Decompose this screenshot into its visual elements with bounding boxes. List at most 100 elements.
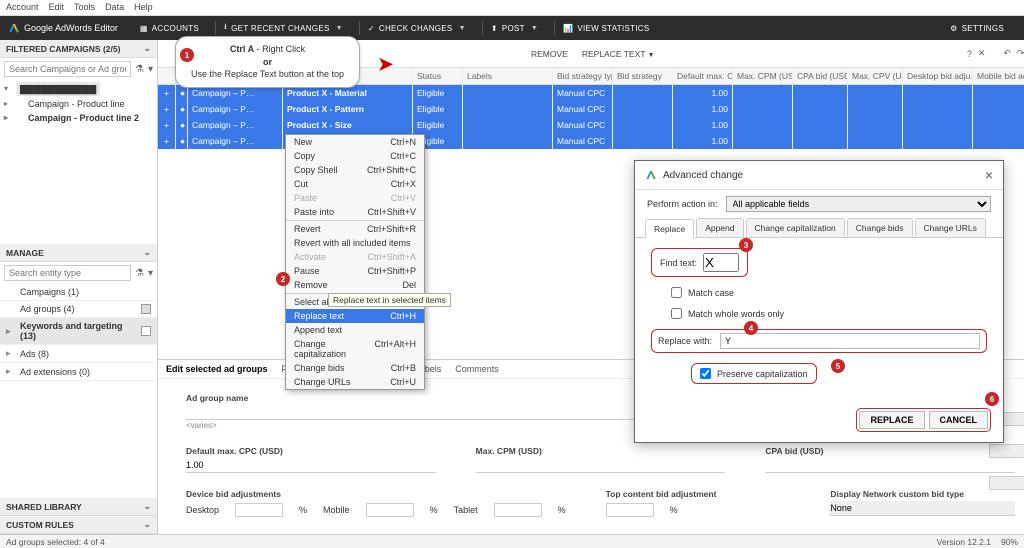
redo-icon[interactable]: ↷ (1017, 48, 1024, 59)
ctx-change-bids[interactable]: Change bidsCtrl+B (286, 361, 424, 375)
dialog-close-icon[interactable]: × (985, 167, 993, 183)
entity-filter-icon[interactable]: ⚗ (135, 268, 144, 279)
step-badge-6: 6 (985, 392, 999, 406)
dialog-title: Advanced change (663, 170, 743, 181)
campaign-node-1[interactable]: Campaign - Product line (2, 97, 155, 111)
pin-icon[interactable] (141, 326, 151, 336)
manage-keywords[interactable]: ▸Keywords and targeting (13) (0, 318, 157, 345)
displaynet-label: Display Network custom bid type (830, 489, 1015, 499)
cpabid-input[interactable] (765, 458, 1015, 473)
menu-data[interactable]: Data (105, 2, 124, 13)
campaign-search-input[interactable] (4, 61, 131, 77)
replace-text-button[interactable]: REPLACE TEXT ▼ (578, 47, 659, 61)
ctx-pasteinto[interactable]: Paste intoCtrl+Shift+V (286, 205, 424, 219)
ctx-revertall[interactable]: Revert with all included items (286, 236, 424, 250)
table-row[interactable]: +●Campaign – P…Product X - SizeEligibleM… (158, 117, 1024, 133)
ctx-replace-text[interactable]: Replace textCtrl+H (286, 309, 424, 323)
replace-with-input[interactable] (720, 333, 980, 349)
match-case-checkbox[interactable] (671, 287, 682, 298)
menu-edit[interactable]: Edit (49, 2, 65, 13)
manage-header[interactable]: MANAGE⌄ (0, 244, 157, 262)
manage-adgroups[interactable]: Ad groups (4) (0, 301, 157, 318)
ctx-cut[interactable]: CutCtrl+X (286, 177, 424, 191)
col-cpa[interactable]: CPA bid (USD) (793, 68, 848, 84)
scope-select[interactable]: All applicable fields (726, 196, 991, 212)
col-bstype[interactable]: Bid strategy type (553, 68, 613, 84)
dtab-append[interactable]: Append (696, 218, 743, 237)
undo-icon[interactable]: ↶ (1003, 48, 1011, 59)
maxcpm-label: Max. CPM (USD) (476, 446, 726, 456)
tab-comments[interactable]: Comments (455, 364, 499, 374)
dtab-bids[interactable]: Change bids (847, 218, 913, 237)
col-labels[interactable]: Labels (463, 68, 553, 84)
settings-button[interactable]: ⚙ SETTINGS (946, 24, 1008, 33)
mobile-adj-input[interactable] (366, 503, 414, 517)
ctx-remove[interactable]: RemoveDel (286, 278, 424, 292)
zoom-label[interactable]: 90% (1001, 537, 1018, 547)
manage-campaigns[interactable]: Campaigns (1) (0, 284, 157, 301)
col-maxcpm[interactable]: Max. CPM (USD) (733, 68, 793, 84)
accounts-button[interactable]: ▦ ACCOUNTS (136, 24, 203, 33)
table-row[interactable]: +●Campaign – P…Product X - PatternEligib… (158, 101, 1024, 117)
col-mob[interactable]: Mobile bid adjust… (973, 68, 1024, 84)
side-dropdown-2[interactable] (989, 444, 1024, 458)
maxcpm-input[interactable] (476, 458, 726, 473)
dtab-urls[interactable]: Change URLs (915, 218, 986, 237)
displaynet-input[interactable] (830, 501, 1015, 516)
manage-extensions[interactable]: ▸Ad extensions (0) (0, 363, 157, 381)
ctx-copyshell[interactable]: Copy ShellCtrl+Shift+C (286, 163, 424, 177)
remove-button[interactable]: REMOVE (527, 47, 572, 61)
shared-library-header[interactable]: SHARED LIBRARY⌄ (0, 498, 157, 516)
col-maxcpv[interactable]: Max. CPV (USD) (848, 68, 903, 84)
custom-rules-header[interactable]: CUSTOM RULES⌄ (0, 516, 157, 534)
tablet-adj-input[interactable] (494, 503, 542, 517)
side-dropdown-3[interactable] (989, 476, 1024, 490)
dtab-cap[interactable]: Change capitalization (746, 218, 845, 237)
campaign-node-2[interactable]: Campaign - Product line 2 (2, 111, 155, 125)
check-changes-button[interactable]: ✓ CHECK CHANGES▼ (364, 24, 470, 33)
ctx-append-text[interactable]: Append text (286, 323, 424, 337)
tab-edit-selected[interactable]: Edit selected ad groups (166, 364, 268, 374)
post-button[interactable]: ⬆ POST▼ (487, 24, 542, 33)
find-text-input[interactable] (703, 253, 739, 272)
ctx-revert[interactable]: RevertCtrl+Shift+R (286, 222, 424, 236)
default-maxcpc-input[interactable] (186, 458, 436, 473)
replace-confirm-button[interactable]: REPLACE (859, 411, 924, 429)
adwords-logo-icon (645, 169, 657, 181)
dtab-replace[interactable]: Replace (645, 219, 694, 238)
filtered-campaigns-header[interactable]: FILTERED CAMPAIGNS (2/5)⌄ (0, 40, 157, 58)
manage-ads[interactable]: ▸Ads (8) (0, 345, 157, 363)
step-badge-4: 4 (744, 321, 758, 335)
app-topbar: Google AdWords Editor ▦ ACCOUNTS ⭳ GET R… (0, 16, 1024, 40)
step-badge-5: 5 (831, 359, 845, 373)
close-icon[interactable]: ✕ (978, 48, 986, 59)
col-bstrat[interactable]: Bid strategy (613, 68, 673, 84)
help-icon[interactable]: ? (967, 49, 972, 59)
pin-icon[interactable] (141, 304, 151, 314)
ctx-new[interactable]: NewCtrl+N (286, 135, 424, 149)
get-recent-changes-button[interactable]: ⭳ GET RECENT CHANGES▼ (220, 21, 347, 35)
preserve-cap-checkbox[interactable] (700, 368, 711, 379)
desktop-adj-input[interactable] (235, 503, 283, 517)
account-node[interactable]: ▇▇▇▇▇▇▇▇▇▇▇ (2, 82, 155, 97)
ctx-change-urls[interactable]: Change URLsCtrl+U (286, 375, 424, 389)
topcontent-input[interactable] (606, 503, 654, 517)
entity-search-input[interactable] (4, 265, 131, 281)
ctx-pause[interactable]: PauseCtrl+Shift+P (286, 264, 424, 278)
ctx-copy[interactable]: CopyCtrl+C (286, 149, 424, 163)
whole-words-checkbox[interactable] (671, 308, 682, 319)
perform-action-label: Perform action in: (647, 199, 718, 209)
filter-caret-icon[interactable]: ▾ (148, 64, 153, 75)
filter-icon[interactable]: ⚗ (135, 64, 144, 75)
ctx-change-cap[interactable]: Change capitalizationCtrl+Alt+H (286, 337, 424, 361)
entity-caret-icon[interactable]: ▾ (148, 268, 153, 279)
col-status[interactable]: Status (413, 68, 463, 84)
cancel-button[interactable]: CANCEL (929, 411, 989, 429)
app-logo: Google AdWords Editor (8, 22, 118, 34)
col-dmax[interactable]: Default max. CP… (673, 68, 733, 84)
menu-help[interactable]: Help (134, 2, 153, 13)
col-desk[interactable]: Desktop bid adju… (903, 68, 973, 84)
view-statistics-button[interactable]: 📊 VIEW STATISTICS (559, 24, 653, 33)
menu-tools[interactable]: Tools (74, 2, 95, 13)
menu-account[interactable]: Account (6, 2, 39, 13)
